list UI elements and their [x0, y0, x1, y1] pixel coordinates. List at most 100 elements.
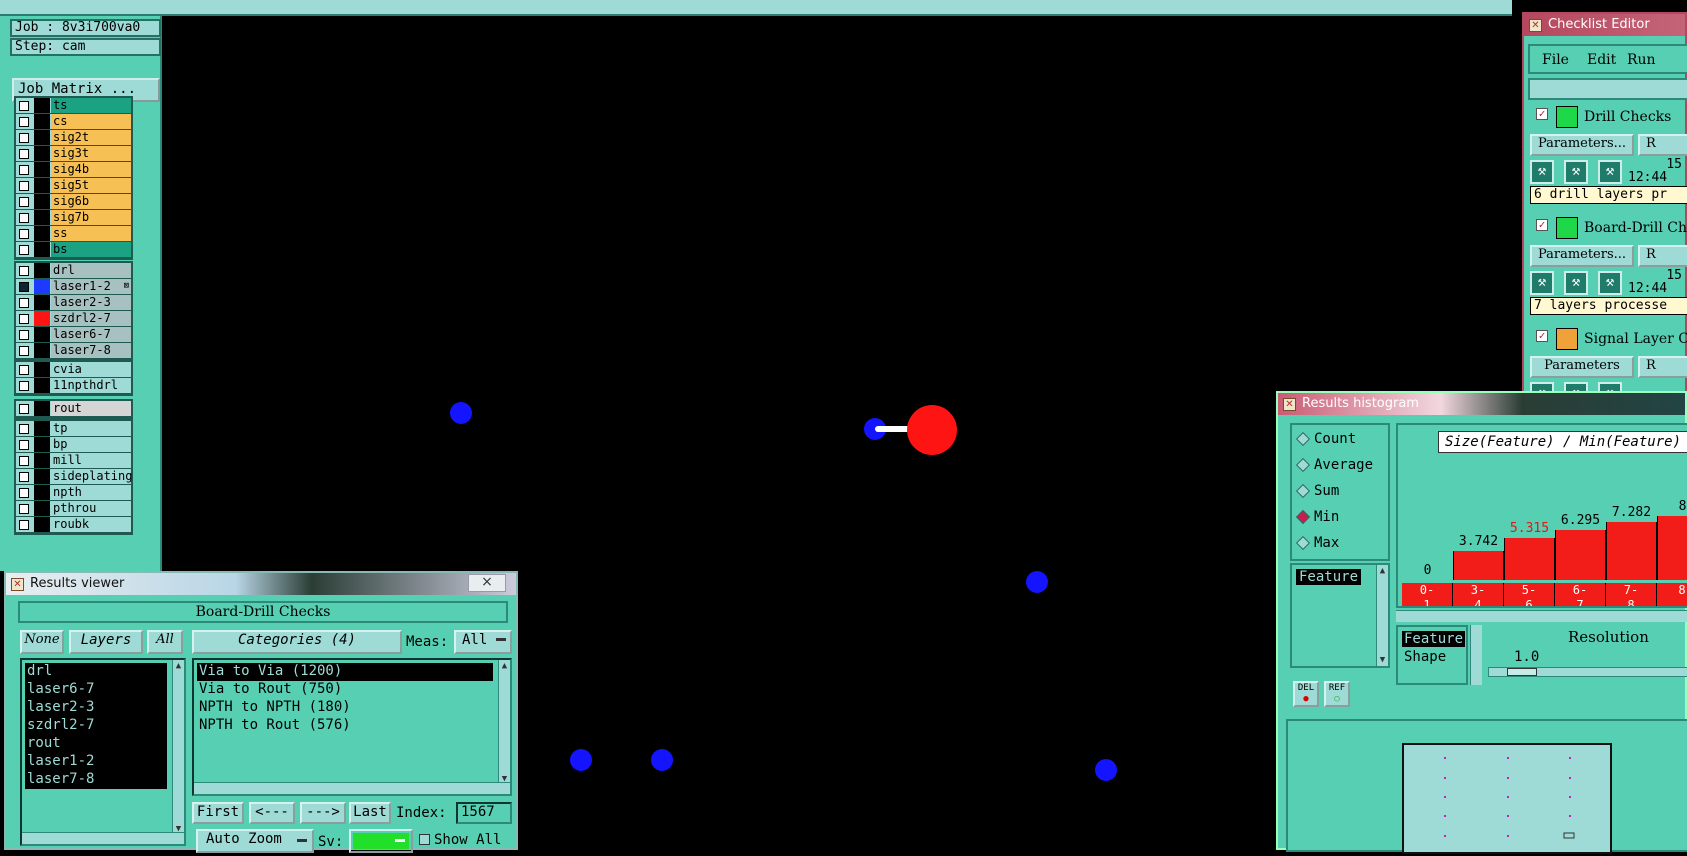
- layer-color-swatch[interactable]: [34, 210, 50, 225]
- layer-color-swatch[interactable]: [34, 378, 50, 393]
- auto-zoom-dropdown[interactable]: Auto Zoom: [196, 829, 314, 853]
- layer-color-swatch[interactable]: [34, 501, 50, 516]
- check-name[interactable]: Board-Drill Ch: [1584, 220, 1687, 236]
- layer-checkbox[interactable]: [19, 165, 29, 175]
- histogram-bar[interactable]: [1453, 551, 1504, 580]
- layer-row[interactable]: sig5t: [16, 178, 131, 194]
- category-list[interactable]: Via to Via (1200) Via to Rout (750) NPTH t…: [192, 658, 512, 796]
- check-enabled-checkbox[interactable]: ✓: [1536, 108, 1548, 120]
- horizontal-scrollbar[interactable]: [194, 782, 510, 794]
- check-name[interactable]: Signal Layer C: [1584, 331, 1687, 347]
- show-results-icon[interactable]: ⚒: [1564, 271, 1588, 295]
- radio-indicator-icon[interactable]: [1295, 431, 1311, 447]
- run-check-icon[interactable]: ⚒: [1530, 160, 1554, 184]
- report-icon[interactable]: ⚒: [1598, 271, 1622, 295]
- layer-name[interactable]: npth: [51, 485, 131, 500]
- layer-checkbox[interactable]: [19, 504, 29, 514]
- mode-radio[interactable]: Average: [1295, 457, 1373, 473]
- layer-checkbox[interactable]: [19, 101, 29, 111]
- check-enabled-checkbox[interactable]: ✓: [1536, 330, 1548, 342]
- layer-checkbox[interactable]: [19, 456, 29, 466]
- layer-color-swatch[interactable]: [34, 242, 50, 257]
- bin-label[interactable]: 3- 4: [1453, 583, 1504, 606]
- layer-row[interactable]: laser1-2 ⊠: [16, 279, 131, 295]
- run-button[interactable]: R: [1638, 245, 1687, 267]
- menu-run[interactable]: Run: [1627, 52, 1656, 68]
- feature-shape-list[interactable]: Feature Shape: [1396, 625, 1468, 685]
- layer-name[interactable]: sig7b: [51, 210, 131, 225]
- layer-row[interactable]: laser7-8: [16, 343, 131, 359]
- del-button[interactable]: DEL ●: [1293, 681, 1319, 707]
- scroll-up-icon[interactable]: ▲: [173, 660, 184, 672]
- layer-color-swatch[interactable]: [34, 311, 50, 326]
- report-icon[interactable]: ⚒: [1598, 160, 1622, 184]
- layer-row[interactable]: laser6-7: [16, 327, 131, 343]
- scroll-down-icon[interactable]: ▼: [1377, 654, 1388, 666]
- layer-checkbox[interactable]: [19, 365, 29, 375]
- histogram-titlebar[interactable]: ✕ Results histogram: [1278, 393, 1685, 415]
- layer-row[interactable]: sig6b: [16, 194, 131, 210]
- layer-color-swatch[interactable]: [34, 162, 50, 177]
- layer-name[interactable]: pthrou: [51, 501, 131, 516]
- layer-color-swatch[interactable]: [34, 263, 50, 278]
- histogram-bar[interactable]: [1504, 538, 1555, 580]
- mode-radio[interactable]: Count: [1295, 431, 1356, 447]
- layer-row[interactable]: 11npthdrl: [16, 378, 131, 394]
- layer-name[interactable]: laser2-3: [51, 295, 131, 310]
- layer-checkbox[interactable]: [19, 229, 29, 239]
- radio-indicator-icon[interactable]: [1295, 457, 1311, 473]
- layer-color-swatch[interactable]: [34, 327, 50, 342]
- none-button[interactable]: None: [20, 630, 64, 654]
- all-button[interactable]: All: [147, 630, 183, 654]
- layer-color-swatch[interactable]: [34, 453, 50, 468]
- layer-checkbox[interactable]: [19, 440, 29, 450]
- vertical-scrollbar[interactable]: [1470, 625, 1482, 685]
- scroll-up-icon[interactable]: ▲: [499, 660, 510, 672]
- layer-color-swatch[interactable]: [34, 517, 50, 532]
- layer-row[interactable]: sig7b: [16, 210, 131, 226]
- layer-row[interactable]: npth: [16, 485, 131, 501]
- previous-button[interactable]: <---: [249, 802, 295, 824]
- list-item[interactable]: NPTH to NPTH (180): [197, 699, 510, 717]
- layer-checkbox[interactable]: [19, 404, 29, 414]
- layer-row[interactable]: cvia: [16, 362, 131, 378]
- layer-row[interactable]: pthrou: [16, 501, 131, 517]
- layer-color-swatch[interactable]: [34, 401, 50, 416]
- layer-name[interactable]: ts: [51, 98, 131, 113]
- layer-checkbox[interactable]: [19, 133, 29, 143]
- sv-color-selector[interactable]: [349, 829, 413, 853]
- run-button[interactable]: R: [1638, 356, 1687, 378]
- layer-row[interactable]: cs: [16, 114, 131, 130]
- layer-color-swatch[interactable]: [34, 98, 50, 113]
- layer-name[interactable]: sideplating: [51, 469, 132, 484]
- layer-color-swatch[interactable]: [34, 130, 50, 145]
- layer-checkbox[interactable]: [19, 298, 29, 308]
- layer-row[interactable]: mill: [16, 453, 131, 469]
- layer-row[interactable]: ts: [16, 98, 131, 114]
- categories-header[interactable]: Categories (4): [192, 630, 402, 654]
- index-field[interactable]: 1567: [456, 802, 512, 824]
- layer-row[interactable]: bp: [16, 437, 131, 453]
- ref-button[interactable]: REF ○: [1324, 681, 1350, 707]
- layer-color-swatch[interactable]: [34, 178, 50, 193]
- next-button[interactable]: --->: [300, 802, 346, 824]
- histogram-chart[interactable]: Size(Feature) / Min(Feature) 0 3.742 5.315…: [1396, 423, 1687, 608]
- layer-color-swatch[interactable]: [34, 343, 50, 358]
- close-button[interactable]: ×: [468, 574, 506, 592]
- layer-checkbox[interactable]: [19, 117, 29, 127]
- layer-checkbox[interactable]: [19, 520, 29, 530]
- layer-color-swatch[interactable]: [34, 469, 50, 484]
- first-button[interactable]: First: [192, 802, 244, 824]
- histogram-bar[interactable]: [1657, 516, 1687, 580]
- layer-name[interactable]: sig6b: [51, 194, 131, 209]
- list-item[interactable]: szdrl2-7: [25, 717, 167, 735]
- run-button[interactable]: R: [1638, 134, 1687, 156]
- layer-name[interactable]: cs: [51, 114, 131, 129]
- bin-label[interactable]: 7- 8: [1606, 583, 1657, 606]
- layer-name[interactable]: laser7-8: [51, 343, 131, 358]
- check-enabled-checkbox[interactable]: ✓: [1536, 219, 1548, 231]
- layer-checkbox[interactable]: [19, 266, 29, 276]
- run-check-icon[interactable]: ⚒: [1530, 271, 1554, 295]
- layer-row[interactable]: drl: [16, 263, 131, 279]
- layer-name[interactable]: sig4b: [51, 162, 131, 177]
